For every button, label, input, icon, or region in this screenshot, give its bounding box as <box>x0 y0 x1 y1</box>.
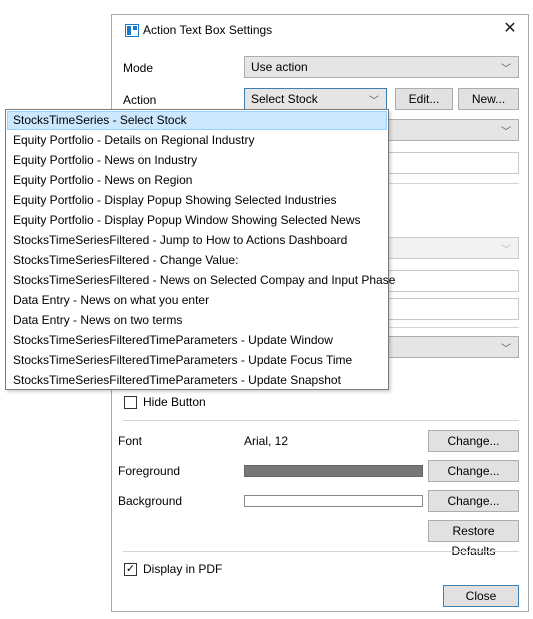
chevron-down-icon: ﹀ <box>501 344 511 355</box>
font-value: Arial, 12 <box>244 434 289 448</box>
dropdown-option[interactable]: Equity Portfolio - News on Industry <box>7 151 387 170</box>
dropdown-option[interactable]: StocksTimeSeriesFilteredTimeParameters -… <box>7 351 387 370</box>
hide-button-checkbox[interactable] <box>124 396 137 409</box>
chevron-down-icon: ﹀ <box>501 245 511 256</box>
action-select[interactable]: Select Stock ﹀ <box>244 88 387 110</box>
restore-defaults-button[interactable]: Restore Defaults <box>428 520 519 558</box>
display-in-pdf-label: Display in PDF <box>143 562 223 576</box>
close-button[interactable]: Close <box>443 585 519 607</box>
action-label: Action <box>123 93 157 107</box>
font-label: Font <box>118 434 143 448</box>
foreground-label: Foreground <box>118 464 181 478</box>
dropdown-option[interactable]: Equity Portfolio - Display Popup Showing… <box>7 191 387 210</box>
chevron-down-icon: ﹀ <box>501 127 511 138</box>
dropdown-option[interactable]: StocksTimeSeriesFiltered - Jump to How t… <box>7 231 387 250</box>
mode-value: Use action <box>251 60 308 74</box>
dropdown-option[interactable]: Data Entry - News on what you enter <box>7 291 387 310</box>
close-icon[interactable]: ✕ <box>500 19 520 39</box>
new-action-button[interactable]: New... <box>458 88 519 110</box>
dropdown-option[interactable]: StocksTimeSeriesFilteredTimeParameters -… <box>7 371 387 390</box>
divider <box>123 551 519 552</box>
display-in-pdf-checkbox[interactable]: ✓ <box>124 563 137 576</box>
app-icon <box>125 24 139 37</box>
foreground-change-button[interactable]: Change... <box>428 460 519 482</box>
dropdown-option[interactable]: Equity Portfolio - Details on Regional I… <box>7 131 387 150</box>
divider <box>123 420 519 421</box>
action-value: Select Stock <box>251 92 318 106</box>
background-label: Background <box>118 494 183 508</box>
foreground-swatch <box>244 465 423 477</box>
chevron-down-icon: ﹀ <box>501 64 511 75</box>
dropdown-option[interactable]: StocksTimeSeriesFilteredTimeParameters -… <box>7 331 387 350</box>
title-bar[interactable]: Action Text Box Settings ✕ <box>112 15 528 45</box>
dropdown-option[interactable]: Equity Portfolio - Display Popup Window … <box>7 211 387 230</box>
background-swatch <box>244 495 423 507</box>
mode-select[interactable]: Use action ﹀ <box>244 56 519 78</box>
dropdown-option[interactable]: Data Entry - News on two terms <box>7 311 387 330</box>
dropdown-option[interactable]: Equity Portfolio - News on Region <box>7 171 387 190</box>
background-change-button[interactable]: Change... <box>428 490 519 512</box>
dropdown-option[interactable]: StocksTimeSeriesFiltered - Change Value: <box>7 251 387 270</box>
edit-action-button[interactable]: Edit... <box>395 88 453 110</box>
chevron-down-icon: ﹀ <box>369 96 379 107</box>
hide-button-label: Hide Button <box>143 395 206 409</box>
font-change-button[interactable]: Change... <box>428 430 519 452</box>
dropdown-option[interactable]: StocksTimeSeriesFiltered - News on Selec… <box>7 271 395 290</box>
dropdown-option[interactable]: StocksTimeSeries - Select Stock <box>7 111 387 130</box>
window-title: Action Text Box Settings <box>143 23 273 37</box>
mode-label: Mode <box>123 61 154 75</box>
action-dropdown-list: StocksTimeSeries - Select Stock Equity Po… <box>5 109 395 390</box>
